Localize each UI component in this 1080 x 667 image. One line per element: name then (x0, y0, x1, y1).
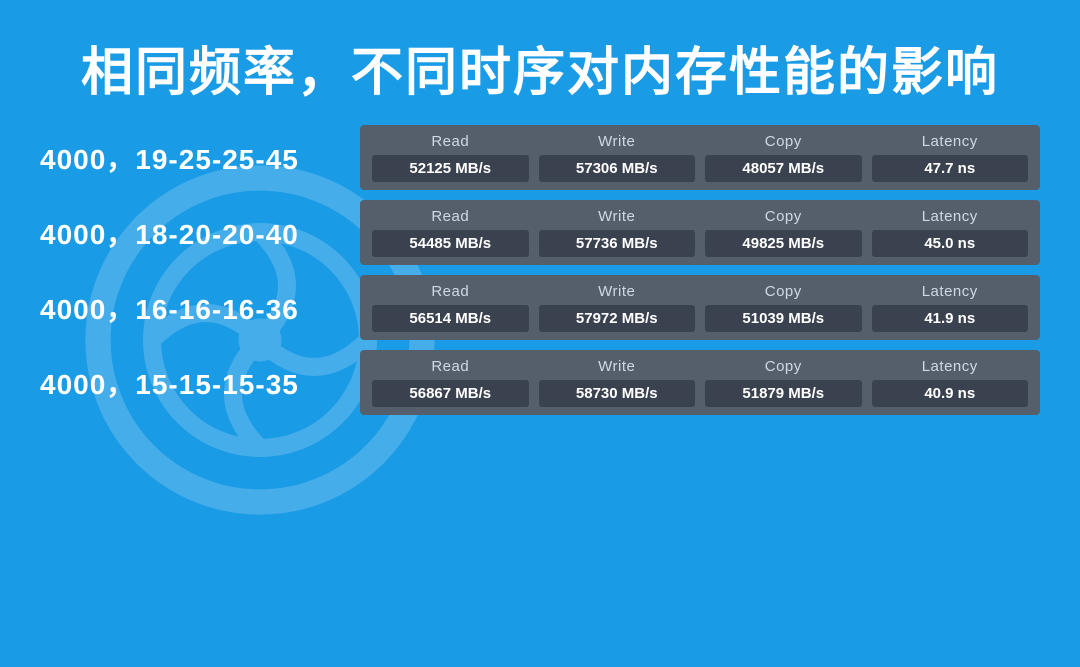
bench-header-3-2: Copy (765, 358, 802, 375)
bench-header-0-0: Read (431, 133, 469, 150)
bench-value-3-2: 51879 MB/s (705, 380, 862, 407)
bench-value-2-2: 51039 MB/s (705, 305, 862, 332)
bench-value-0-3: 47.7 ns (872, 155, 1029, 182)
benchmark-row-2: 4000，16-16-16-36 Read 56514 MB/s Write 57972… (40, 275, 1040, 340)
bench-value-1-2: 49825 MB/s (705, 230, 862, 257)
bench-value-1-3: 45.0 ns (872, 230, 1029, 257)
bench-header-2-3: Latency (922, 283, 978, 300)
bench-table-0: Read 52125 MB/s Write 57306 MB/s Copy 48057 M… (360, 125, 1040, 190)
bench-header-3-0: Read (431, 358, 469, 375)
bench-header-2-1: Write (598, 283, 635, 300)
bench-cell-3-3: Latency 40.9 ns (872, 358, 1029, 407)
bench-value-0-2: 48057 MB/s (705, 155, 862, 182)
bench-cell-2-3: Latency 41.9 ns (872, 283, 1029, 332)
bench-value-3-3: 40.9 ns (872, 380, 1029, 407)
bench-cell-0-0: Read 52125 MB/s (372, 133, 529, 182)
page-title: 相同频率，不同时序对内存性能的影响 (0, 0, 1080, 125)
bench-value-2-1: 57972 MB/s (539, 305, 696, 332)
benchmark-row-1: 4000，18-20-20-40 Read 54485 MB/s Write 57736… (40, 200, 1040, 265)
bench-header-2-2: Copy (765, 283, 802, 300)
bench-header-1-0: Read (431, 208, 469, 225)
benchmark-row-0: 4000，19-25-25-45 Read 52125 MB/s Write 57306… (40, 125, 1040, 190)
bench-header-1-3: Latency (922, 208, 978, 225)
bench-cell-3-1: Write 58730 MB/s (539, 358, 696, 407)
bench-cell-1-1: Write 57736 MB/s (539, 208, 696, 257)
bench-table-1: Read 54485 MB/s Write 57736 MB/s Copy 49825 M… (360, 200, 1040, 265)
bench-cell-3-0: Read 56867 MB/s (372, 358, 529, 407)
bench-value-0-0: 52125 MB/s (372, 155, 529, 182)
bench-value-1-0: 54485 MB/s (372, 230, 529, 257)
benchmark-row-3: 4000，15-15-15-35 Read 56867 MB/s Write 58730… (40, 350, 1040, 415)
bench-header-3-3: Latency (922, 358, 978, 375)
bench-header-1-2: Copy (765, 208, 802, 225)
bench-value-1-1: 57736 MB/s (539, 230, 696, 257)
bench-value-2-0: 56514 MB/s (372, 305, 529, 332)
bench-header-0-1: Write (598, 133, 635, 150)
bench-cell-1-2: Copy 49825 MB/s (705, 208, 862, 257)
bench-value-3-0: 56867 MB/s (372, 380, 529, 407)
bench-cell-0-2: Copy 48057 MB/s (705, 133, 862, 182)
bench-cell-2-2: Copy 51039 MB/s (705, 283, 862, 332)
content-area: 4000，19-25-25-45 Read 52125 MB/s Write 57306… (0, 125, 1080, 415)
bench-cell-2-1: Write 57972 MB/s (539, 283, 696, 332)
bench-cell-2-0: Read 56514 MB/s (372, 283, 529, 332)
row-label-3: 4000，15-15-15-35 (40, 363, 340, 403)
bench-header-2-0: Read (431, 283, 469, 300)
bench-value-3-1: 58730 MB/s (539, 380, 696, 407)
bench-cell-0-1: Write 57306 MB/s (539, 133, 696, 182)
bench-header-1-1: Write (598, 208, 635, 225)
row-label-2: 4000，16-16-16-36 (40, 288, 340, 328)
row-label-1: 4000，18-20-20-40 (40, 213, 340, 253)
bench-value-2-3: 41.9 ns (872, 305, 1029, 332)
bench-header-3-1: Write (598, 358, 635, 375)
bench-table-2: Read 56514 MB/s Write 57972 MB/s Copy 51039 M… (360, 275, 1040, 340)
bench-cell-0-3: Latency 47.7 ns (872, 133, 1029, 182)
bench-cell-1-3: Latency 45.0 ns (872, 208, 1029, 257)
row-label-0: 4000，19-25-25-45 (40, 138, 340, 178)
bench-cell-1-0: Read 54485 MB/s (372, 208, 529, 257)
bench-header-0-2: Copy (765, 133, 802, 150)
bench-table-3: Read 56867 MB/s Write 58730 MB/s Copy 51879 M… (360, 350, 1040, 415)
bench-cell-3-2: Copy 51879 MB/s (705, 358, 862, 407)
bench-header-0-3: Latency (922, 133, 978, 150)
bench-value-0-1: 57306 MB/s (539, 155, 696, 182)
